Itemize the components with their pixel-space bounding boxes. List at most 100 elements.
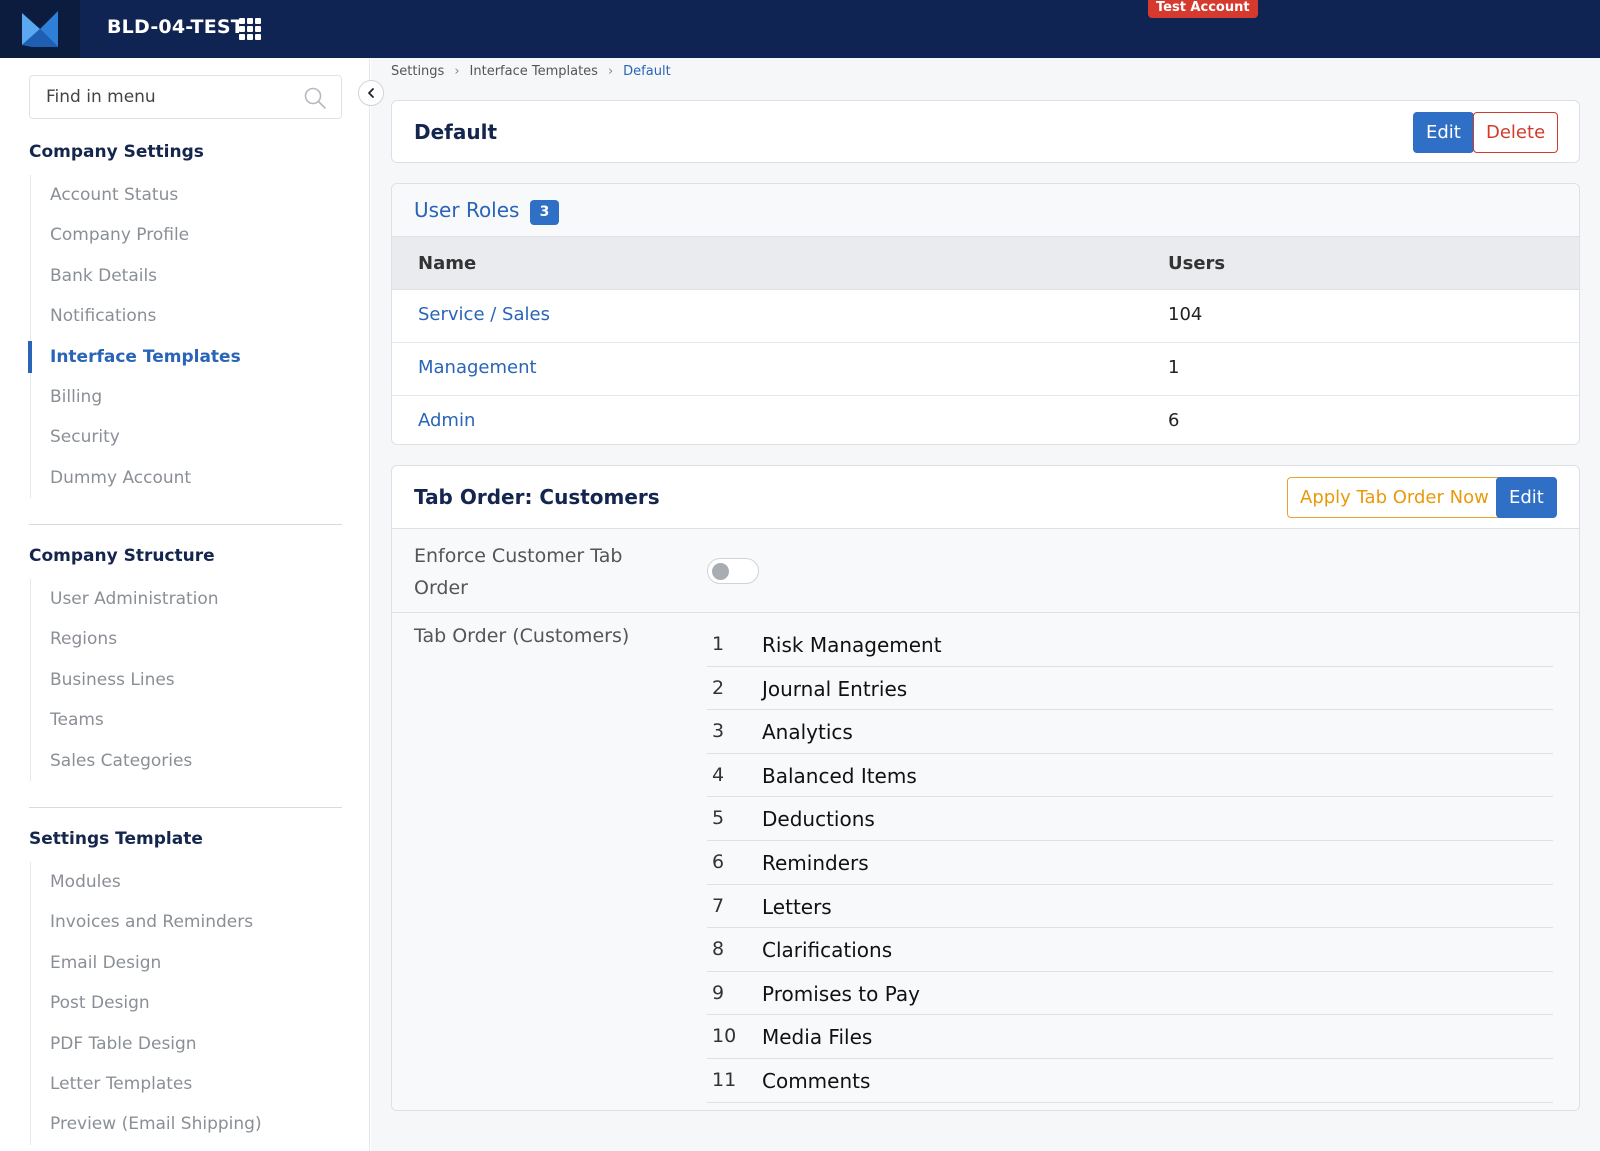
edit-template-button[interactable]: Edit [1413, 112, 1474, 153]
tab-order-number: 11 [712, 1068, 737, 1091]
sidebar-item-company-profile[interactable]: Company Profile [31, 215, 342, 255]
tab-order-name: Journal Entries [762, 676, 908, 701]
list-item: 9 Promises to Pay [707, 972, 1553, 1016]
menu-search-input[interactable] [30, 76, 341, 118]
sidebar-item-notifications[interactable]: Notifications [31, 296, 342, 336]
sidebar-item-pdf-table-design[interactable]: PDF Table Design [31, 1024, 342, 1064]
menu-group-settings-template: Modules Invoices and Reminders Email Des… [30, 862, 342, 1145]
apps-grid-icon[interactable] [239, 18, 261, 40]
tab-order-name: Clarifications [762, 938, 893, 963]
tab-order-name: Risk Management [762, 633, 942, 657]
tab-order-name: Promises to Pay [762, 981, 920, 1006]
user-roles-header: User Roles 3 [392, 184, 1579, 237]
sidebar-item-dummy-account[interactable]: Dummy Account [31, 458, 342, 498]
list-item: 10 Media Files [707, 1015, 1553, 1059]
sidebar-item-user-administration[interactable]: User Administration [31, 579, 342, 619]
tab-order-number: 3 [712, 720, 725, 743]
role-name-link[interactable]: Service / Sales [418, 304, 550, 325]
user-roles-title: User Roles [414, 198, 520, 222]
section-title-company-structure: Company Structure [29, 546, 215, 566]
section-title-company-settings: Company Settings [29, 142, 204, 162]
column-header-users: Users [1168, 253, 1226, 274]
chevron-right-icon: › [454, 64, 460, 79]
tab-order-number: 9 [712, 981, 725, 1004]
sidebar-item-account-status[interactable]: Account Status [31, 175, 342, 215]
tab-order-name: Media Files [762, 1025, 873, 1050]
sidebar-item-security[interactable]: Security [31, 417, 342, 457]
edit-tab-order-button[interactable]: Edit [1496, 477, 1557, 518]
template-header-card: Default Edit Delete [391, 100, 1580, 163]
tab-order-header: Tab Order: Customers Apply Tab Order Now… [392, 466, 1579, 529]
list-item: 11 Comments [707, 1059, 1553, 1103]
sidebar-item-bank-details[interactable]: Bank Details [31, 256, 342, 296]
tab-order-card: Tab Order: Customers Apply Tab Order Now… [391, 465, 1580, 1111]
app-logo[interactable] [0, 0, 80, 58]
sidebar-item-teams[interactable]: Teams [31, 700, 342, 740]
role-name-link[interactable]: Admin [418, 410, 475, 431]
role-user-count: 104 [1168, 304, 1203, 325]
tab-order-list: 1 Risk Management 2 Journal Entries 3 Analy… [707, 623, 1553, 1103]
tab-order-list-label: Tab Order (Customers) [414, 625, 630, 647]
breadcrumb: Settings › Interface Templates › Default [391, 64, 671, 79]
tab-order-name: Balanced Items [762, 763, 917, 788]
tab-order-number: 10 [712, 1025, 737, 1048]
test-account-badge: Test Account [1148, 0, 1258, 18]
breadcrumb-settings[interactable]: Settings [391, 64, 444, 79]
tab-order-number: 4 [712, 763, 725, 786]
sidebar-item-preview-email-shipping[interactable]: Preview (Email Shipping) [31, 1104, 342, 1144]
sidebar-item-modules[interactable]: Modules [31, 862, 342, 902]
tab-order-list-section: Tab Order (Customers) 1 Risk Management 2… [392, 613, 1579, 1110]
tab-order-number: 1 [712, 633, 725, 655]
delete-template-button[interactable]: Delete [1473, 112, 1559, 153]
tab-order-name: Deductions [762, 807, 875, 832]
table-header: Name Users [392, 237, 1579, 290]
table-row: Management 1 [392, 343, 1579, 396]
enforce-tab-order-toggle[interactable] [707, 558, 759, 584]
section-title-settings-template: Settings Template [29, 829, 203, 849]
sidebar-item-letter-templates[interactable]: Letter Templates [31, 1064, 342, 1104]
tab-order-name: Reminders [762, 850, 869, 875]
logo-icon [22, 11, 58, 47]
toggle-knob [712, 563, 729, 580]
sidebar-item-email-design[interactable]: Email Design [31, 943, 342, 983]
tab-order-name: Analytics [762, 720, 853, 745]
role-name-link[interactable]: Management [418, 357, 537, 378]
user-roles-count-badge: 3 [530, 200, 559, 225]
tab-order-number: 2 [712, 676, 725, 699]
list-item: 4 Balanced Items [707, 754, 1553, 798]
enforce-tab-order-label: Enforce Customer Tab Order [414, 545, 623, 599]
list-item: 2 Journal Entries [707, 667, 1553, 711]
top-bar: BLD-04-TEST Test Account [0, 0, 1600, 58]
sidebar-item-sales-categories[interactable]: Sales Categories [31, 741, 342, 781]
sidebar-item-post-design[interactable]: Post Design [31, 983, 342, 1023]
list-item: 6 Reminders [707, 841, 1553, 885]
list-item: 8 Clarifications [707, 928, 1553, 972]
tab-order-number: 8 [712, 938, 725, 961]
user-roles-card: User Roles 3 Name Users Service / Sales … [391, 183, 1580, 445]
sidebar-item-business-lines[interactable]: Business Lines [31, 660, 342, 700]
sidebar-item-billing[interactable]: Billing [31, 377, 342, 417]
page-title: Default [414, 120, 498, 144]
list-item: 5 Deductions [707, 797, 1553, 841]
column-header-name: Name [418, 253, 477, 274]
apply-tab-order-button[interactable]: Apply Tab Order Now [1287, 477, 1502, 518]
collapse-sidebar-button[interactable] [358, 80, 384, 106]
sidebar-item-invoices-and-reminders[interactable]: Invoices and Reminders [31, 902, 342, 942]
menu-search [29, 75, 342, 119]
chevron-right-icon: › [607, 64, 614, 79]
list-item: 3 Analytics [707, 710, 1553, 754]
sidebar-item-interface-templates[interactable]: Interface Templates [28, 337, 342, 377]
menu-group-company-settings: Account Status Company Profile Bank Deta… [28, 175, 342, 499]
sidebar-item-regions[interactable]: Regions [31, 619, 342, 659]
menu-group-company-structure: User Administration Regions Business Lin… [30, 579, 342, 781]
sidebar: Company Settings Account Status Company … [0, 58, 370, 1151]
sidebar-divider [29, 807, 342, 808]
search-icon[interactable] [303, 86, 327, 110]
role-user-count: 1 [1168, 357, 1180, 378]
table-row: Admin 6 [392, 396, 1579, 449]
table-row: Service / Sales 104 [392, 290, 1579, 343]
list-item: 7 Letters [707, 885, 1553, 929]
sidebar-divider [29, 524, 342, 525]
main-content: Settings › Interface Templates › Default… [371, 58, 1600, 1151]
breadcrumb-interface-templates[interactable]: Interface Templates [470, 64, 598, 79]
